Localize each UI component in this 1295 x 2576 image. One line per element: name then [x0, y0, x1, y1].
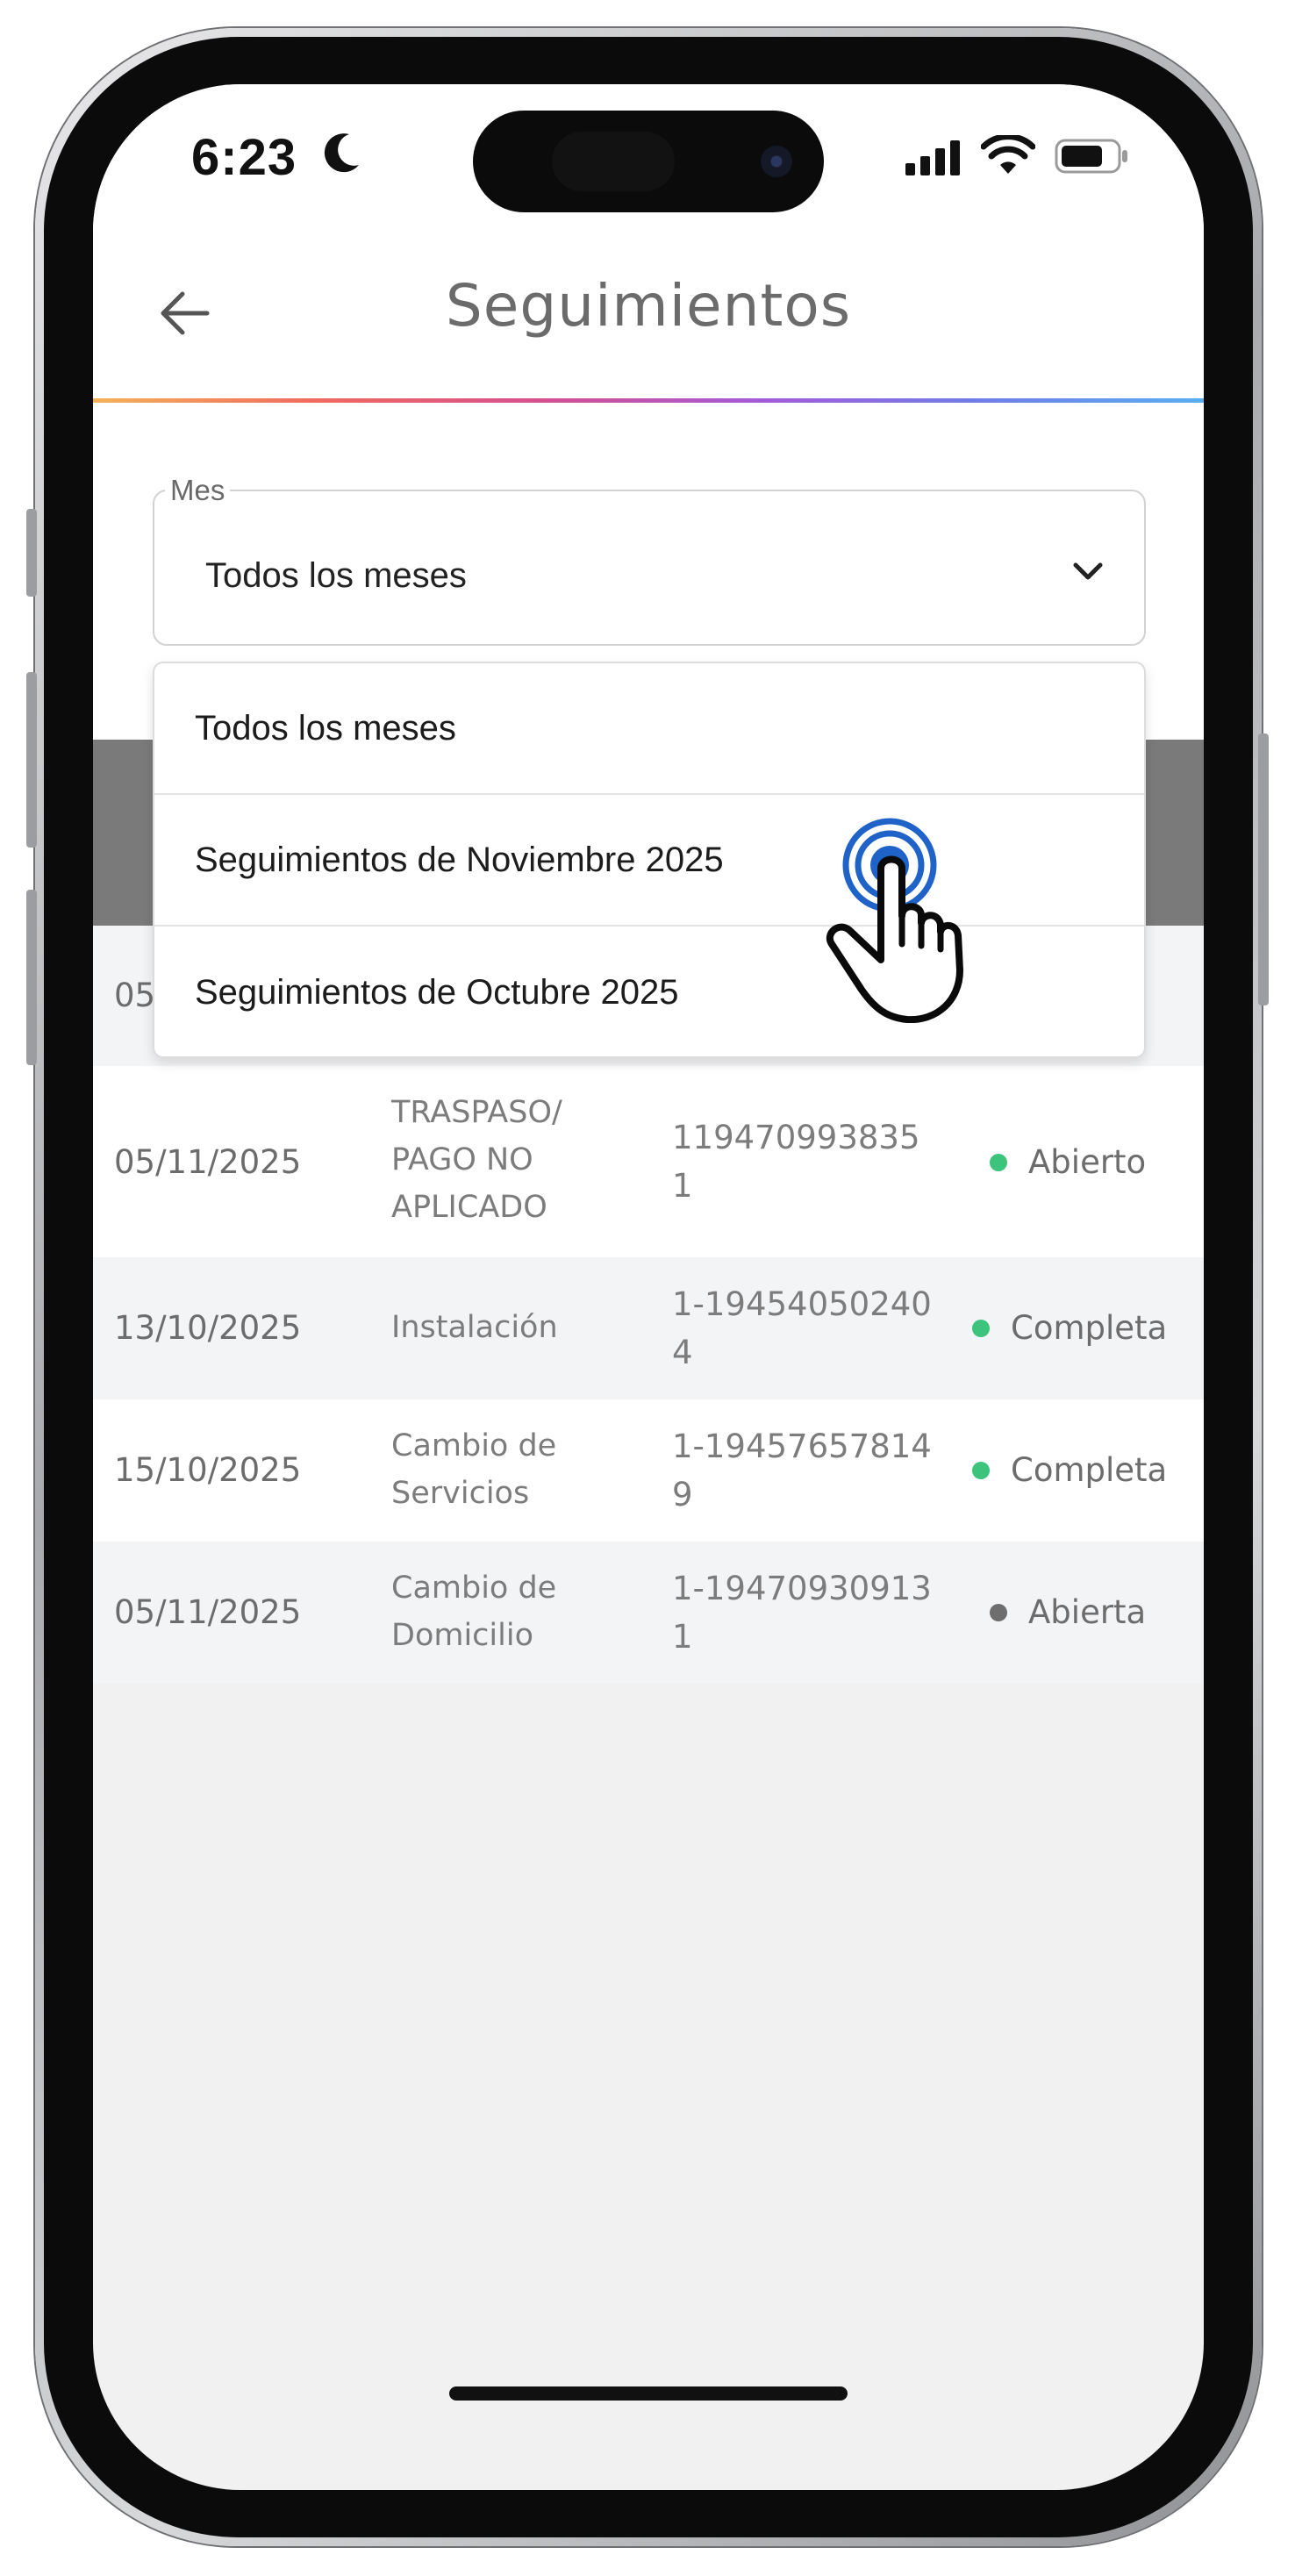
month-dropdown-menu: Todos los meses Seguimientos de Noviembr… — [153, 662, 1146, 1058]
row-status-text: Abierto — [1028, 1143, 1147, 1181]
table-row[interactable]: 13/10/2025 Instalación 1-194540502404 Co… — [93, 1257, 1204, 1399]
dropdown-option-october-2025[interactable]: Seguimientos de Octubre 2025 — [154, 927, 1144, 1056]
row-id: 1-194709309131 — [672, 1570, 932, 1656]
row-status-text: Completa — [1011, 1451, 1168, 1489]
row-date: 05/11/2025 — [114, 1593, 302, 1631]
page-title: Seguimientos — [445, 272, 852, 340]
row-type: Cambio de Servicios — [391, 1428, 557, 1511]
row-type: Cambio de Domicilio — [391, 1571, 557, 1653]
row-date: 15/10/2025 — [114, 1451, 302, 1489]
wifi-icon — [980, 133, 1036, 179]
row-status: Abierta — [990, 1588, 1146, 1636]
moon-icon — [323, 132, 361, 179]
row-status-text: Abierta — [1028, 1593, 1147, 1631]
month-select[interactable]: Mes Todos los meses — [153, 474, 1146, 646]
row-type: Instalación — [391, 1310, 558, 1345]
status-dot — [990, 1153, 1007, 1171]
table-row[interactable]: 05/11/2025 TRASPASO/ PAGO NO APLICADO 11… — [93, 1066, 1204, 1257]
row-status: Completa — [972, 1304, 1167, 1352]
action-button — [26, 509, 37, 597]
row-status: Completa — [972, 1446, 1167, 1494]
row-date: 05 — [114, 977, 156, 1014]
power-button — [1258, 733, 1269, 1005]
row-type: TRASPASO/ PAGO NO APLICADO — [391, 1095, 562, 1225]
volume-down-button — [26, 890, 37, 1065]
status-time: 6:23 — [191, 129, 297, 186]
chevron-down-icon — [1067, 553, 1109, 591]
battery-icon — [1055, 139, 1130, 177]
status-dot — [972, 1319, 990, 1337]
dropdown-option-november-2025[interactable]: Seguimientos de Noviembre 2025 — [154, 795, 1144, 927]
home-indicator[interactable] — [449, 2386, 848, 2401]
status-bar: 6:23 — [93, 84, 1204, 233]
island-sensor — [552, 132, 675, 191]
row-id: 1194709938351 — [672, 1119, 920, 1205]
status-dot — [972, 1461, 990, 1479]
signal-icon — [905, 140, 963, 179]
row-id: 1-194540502404 — [672, 1285, 932, 1371]
dropdown-option-all-months[interactable]: Todos los meses — [154, 663, 1144, 795]
phone-screen: 6:23 Seguimientos Mes Todos los meses To… — [93, 84, 1204, 2490]
month-select-value: Todos los meses — [205, 556, 467, 595]
volume-up-button — [26, 672, 37, 848]
status-dot — [990, 1603, 1007, 1621]
row-date: 05/11/2025 — [114, 1143, 302, 1181]
row-status: Abierto — [990, 1138, 1146, 1186]
app-header: Seguimientos — [93, 233, 1204, 398]
dynamic-island — [473, 111, 824, 212]
table-row[interactable]: 05/11/2025 Cambio de Domicilio 1-1947093… — [93, 1542, 1204, 1684]
row-status-text: Completa — [1011, 1309, 1168, 1347]
month-select-label: Mes — [165, 474, 231, 507]
camera-icon — [761, 146, 792, 177]
table-row[interactable]: 15/10/2025 Cambio de Servicios 1-1945765… — [93, 1399, 1204, 1542]
row-date: 13/10/2025 — [114, 1309, 302, 1347]
row-id: 1-194576578149 — [672, 1428, 932, 1513]
